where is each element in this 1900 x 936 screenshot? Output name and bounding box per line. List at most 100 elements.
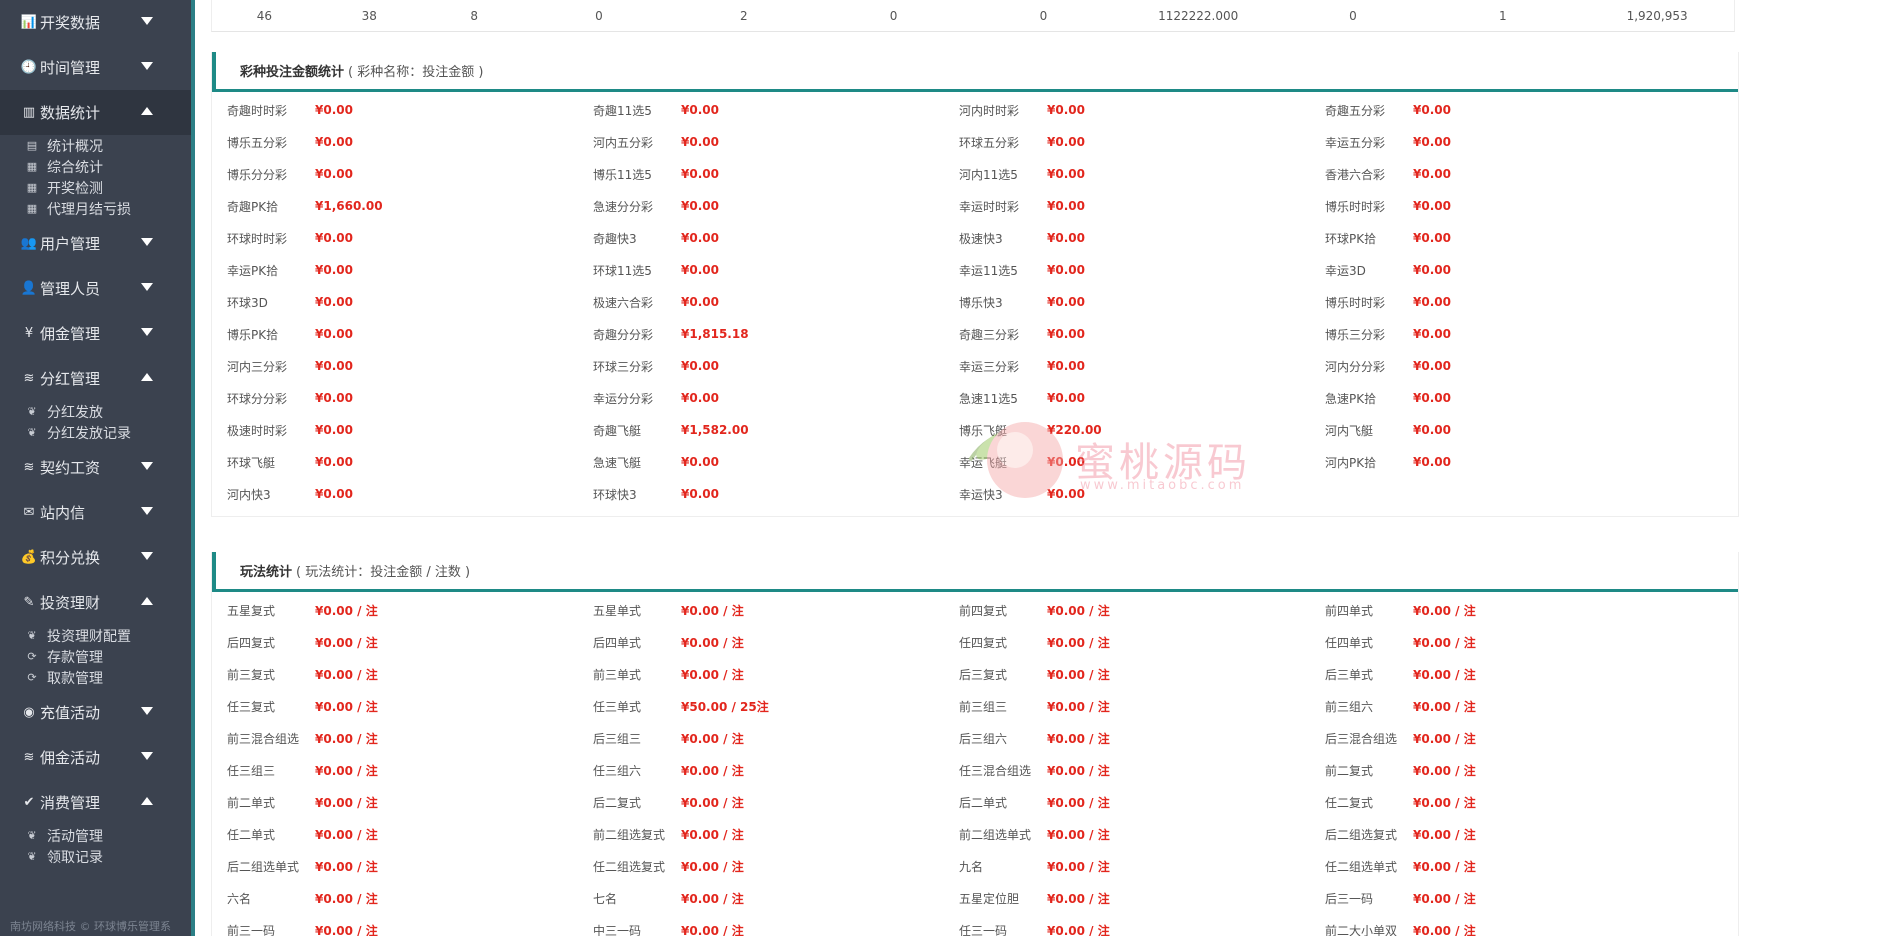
stat-label: 后二组选单式	[227, 859, 300, 874]
stat-value: ¥0.00 / 注	[681, 731, 744, 746]
stat-value: ¥0.00	[315, 263, 353, 277]
sidebar-subitem[interactable]: ▦ 代理月结亏损	[24, 198, 191, 219]
sidebar-subitem[interactable]: ▤ 统计概况	[24, 135, 191, 156]
sidebar-menu-1[interactable]: 🕘 时间管理	[0, 45, 191, 90]
stat-item: 环球三分彩 ¥0.00	[593, 350, 959, 382]
stat-label: 奇趣快3	[593, 231, 637, 246]
sidebar-menu-0[interactable]: 📊 开奖数据	[0, 0, 191, 45]
stat-item: 河内五分彩 ¥0.00	[593, 126, 959, 158]
sidebar-menu-3[interactable]: 👥 用户管理	[0, 221, 191, 266]
factory-icon: ▦	[26, 202, 38, 215]
stat-value: ¥0.00 / 注	[315, 635, 378, 650]
sidebar-subitem[interactable]: ❦ 分红发放记录	[24, 422, 191, 443]
stat-value: ¥0.00 / 注	[1413, 827, 1476, 842]
play-stats-panel: 玩法统计 ( 玩法统计：投注金额 / 注数 ) 五星复式 ¥0.00 / 注五星单…	[211, 552, 1739, 936]
panel-title: 彩种投注金额统计	[240, 65, 345, 80]
stat-value: ¥0.00 / 注	[1047, 859, 1110, 874]
stat-item: 博乐11选5 ¥0.00	[593, 158, 959, 190]
stat-value: ¥0.00	[1413, 391, 1451, 405]
stat-item: 幸运三分彩 ¥0.00	[959, 350, 1325, 382]
stat-value: ¥0.00	[681, 391, 719, 405]
sidebar-menu-10[interactable]: ✎ 投资理财	[0, 580, 191, 625]
sidebar-menu-11[interactable]: ◉ 充值活动	[0, 690, 191, 735]
caret-up-icon	[141, 797, 153, 805]
stat-item: 任二单式 ¥0.00 / 注	[227, 818, 593, 850]
stat-item: 后三混合组选 ¥0.00 / 注	[1325, 722, 1691, 754]
sidebar-subitem[interactable]: ▦ 开奖检测	[24, 177, 191, 198]
stat-item: 任三混合组选 ¥0.00 / 注	[959, 754, 1325, 786]
stat-value: ¥0.00 / 注	[315, 795, 378, 810]
stat-value: ¥0.00	[315, 455, 353, 469]
stat-label: 幸运三分彩	[959, 359, 1020, 374]
stat-label: 幸运分分彩	[593, 391, 654, 406]
stat-item: 河内飞艇 ¥0.00	[1325, 414, 1691, 446]
sidebar-subitem[interactable]: ⟳ 取款管理	[24, 667, 191, 688]
balloon-icon: ❦	[27, 426, 37, 439]
database-icon: ≋	[23, 460, 35, 475]
stat-value: ¥0.00 / 注	[315, 603, 378, 618]
stat-label: 环球飞艇	[227, 455, 276, 470]
caret-down-icon	[141, 328, 153, 336]
sidebar-subitem-label: 存款管理	[47, 649, 103, 666]
stat-label: 博乐分分彩	[227, 167, 288, 182]
sidebar-subitem[interactable]: ▦ 综合统计	[24, 156, 191, 177]
stat-item: 前三单式 ¥0.00 / 注	[593, 658, 959, 690]
stat-item: 前二组选复式 ¥0.00 / 注	[593, 818, 959, 850]
sidebar-menu-2[interactable]: ▥ 数据统计	[0, 90, 191, 135]
database-icon: ≋	[23, 371, 35, 386]
stat-value: ¥0.00 / 注	[1047, 827, 1110, 842]
stat-label: 河内PK拾	[1325, 455, 1377, 470]
check-edit-icon: ✔	[23, 795, 35, 810]
stat-label: 奇趣三分彩	[959, 327, 1020, 342]
sidebar-subitem[interactable]: ❦ 领取记录	[24, 846, 191, 867]
sidebar-menu-9[interactable]: 💰 积分兑换	[0, 535, 191, 580]
stat-value: ¥0.00 / 注	[1413, 699, 1476, 714]
stat-label: 河内时时彩	[959, 103, 1020, 118]
stat-item: 博乐时时彩 ¥0.00	[1325, 190, 1691, 222]
sidebar-menu-8[interactable]: ✉ 站内信	[0, 490, 191, 535]
stat-value: ¥0.00 / 注	[681, 635, 744, 650]
lottery-grid: 奇趣时时彩 ¥0.00 奇趣11选5 ¥0.00 河内时时彩 ¥0.00 奇趣五分彩 ¥0.0…	[212, 92, 1738, 516]
stat-value: ¥0.00 / 注	[1047, 923, 1110, 936]
stat-item: 河内三分彩 ¥0.00	[227, 350, 593, 382]
stat-item: 奇趣快3 ¥0.00	[593, 222, 959, 254]
stat-item: 后三组三 ¥0.00 / 注	[593, 722, 959, 754]
stat-item: 极速时时彩 ¥0.00	[227, 414, 593, 446]
stat-label: 奇趣飞艇	[593, 423, 642, 438]
stat-value: ¥0.00 / 注	[681, 763, 744, 778]
stat-value: ¥0.00	[1413, 359, 1451, 373]
stat-label: 奇趣时时彩	[227, 103, 288, 118]
stat-value: ¥0.00 / 注	[315, 923, 378, 936]
stat-label: 奇趣PK拾	[227, 199, 279, 214]
stat-label: 任二组选单式	[1325, 859, 1398, 874]
sidebar-subitem[interactable]: ❦ 活动管理	[24, 825, 191, 846]
stat-item: 中三一码 ¥0.00 / 注	[593, 914, 959, 936]
sidebar-submenu: ❦ 分红发放 ❦ 分红发放记录	[0, 401, 191, 445]
sidebar-menu-12[interactable]: ≋ 佣金活动	[0, 735, 191, 780]
stat-value: ¥0.00	[315, 167, 353, 181]
sidebar-subitem[interactable]: ⟳ 存款管理	[24, 646, 191, 667]
sidebar-menu-5[interactable]: ¥ 佣金管理	[0, 311, 191, 356]
stat-label: 后三组三	[593, 731, 642, 746]
sidebar-subitem[interactable]: ❦ 投资理财配置	[24, 625, 191, 646]
sidebar-menu-13[interactable]: ✔ 消费管理	[0, 780, 191, 825]
stat-label: 任三组三	[227, 763, 276, 778]
stat-value: ¥0.00	[315, 103, 353, 117]
sidebar-menu-6[interactable]: ≋ 分红管理	[0, 356, 191, 401]
stat-label: 前二复式	[1325, 763, 1374, 778]
sidebar-menu-4[interactable]: 👤 管理人员	[0, 266, 191, 311]
sidebar-subitem-label: 综合统计	[47, 159, 103, 176]
stat-label: 环球11选5	[593, 263, 652, 278]
stat-label: 环球分分彩	[227, 391, 288, 406]
stat-value: ¥0.00	[315, 359, 353, 373]
sidebar-menu-label: 数据统计	[40, 104, 101, 122]
stat-value: ¥0.00 / 注	[1047, 699, 1110, 714]
summary-cell: 1,920,953	[1626, 8, 1688, 23]
stat-value: ¥0.00	[1047, 391, 1085, 405]
stat-label: 博乐五分彩	[227, 135, 288, 150]
sidebar-menu-7[interactable]: ≋ 契约工资	[0, 445, 191, 490]
stat-label: 极速时时彩	[227, 423, 288, 438]
stat-value: ¥0.00	[681, 167, 719, 181]
sidebar-subitem[interactable]: ❦ 分红发放	[24, 401, 191, 422]
sidebar-menu-label: 时间管理	[40, 59, 101, 77]
